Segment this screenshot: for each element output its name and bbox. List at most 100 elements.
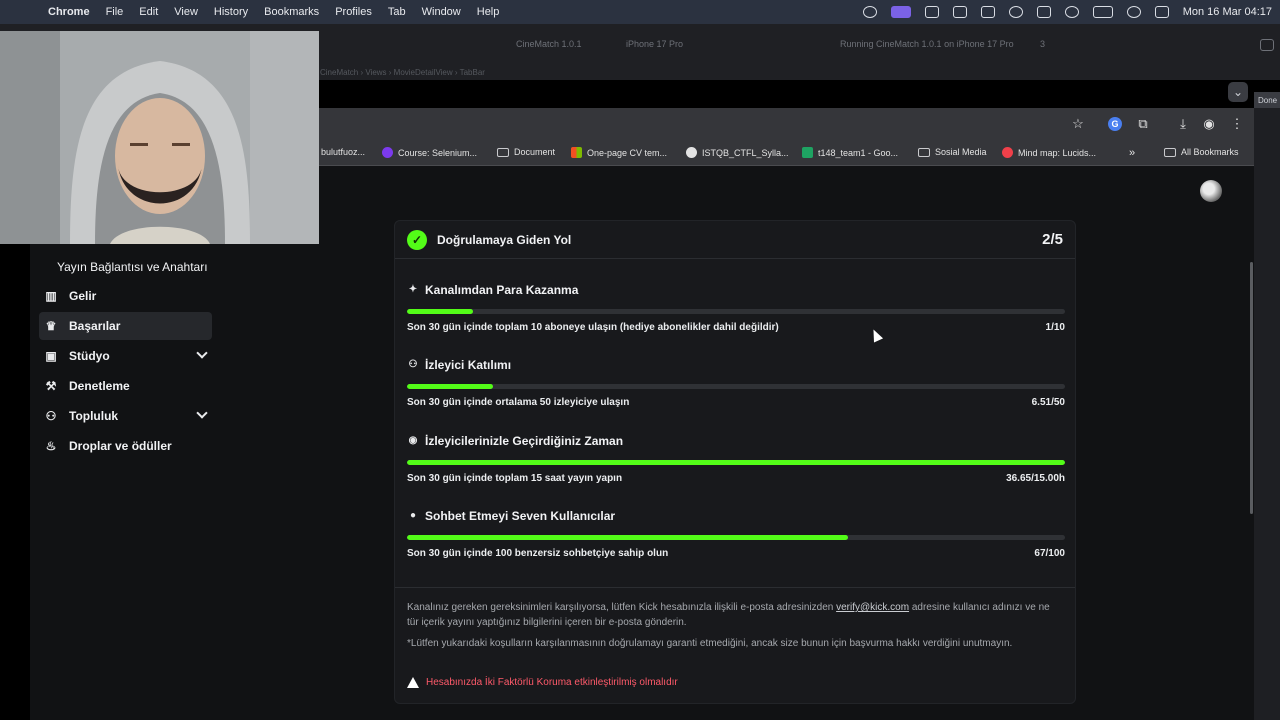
bookmark-label: One-page CV tem... [587,147,668,158]
progress-track [407,384,1065,389]
menu-help[interactable]: Help [469,6,508,18]
profile-avatar-icon[interactable]: ◉ [1202,117,1216,131]
sidebar-toggle-icon[interactable] [1260,39,1274,51]
wifi-icon[interactable] [1064,6,1079,18]
bookmark-item[interactable]: t148_team1 - Goo... [802,147,898,158]
broadcast-icon: ◉ [408,435,418,446]
wrench-icon: ⚒ [45,379,57,393]
camera-icon[interactable] [924,6,939,18]
instructions-text: Kanalınız gereken gereksinimleri karşılı… [407,600,1063,630]
menu-edit[interactable]: Edit [131,6,166,18]
xcode-right-edge [1254,108,1280,720]
chevron-down-icon[interactable] [196,407,208,419]
menu-bookmarks[interactable]: Bookmarks [256,6,327,18]
menu-file[interactable]: File [98,6,132,18]
status-icon-1[interactable] [862,6,877,18]
menu-view[interactable]: View [166,6,206,18]
page-scrollbar[interactable] [1250,262,1253,514]
requirement-title: Kanalımdan Para Kazanma [425,283,579,297]
progress-fill [407,384,493,389]
progress-track [407,460,1065,465]
verify-email-link[interactable]: verify@kick.com [836,602,909,613]
requirement-stream-time: ◉ İzleyicilerinizle Geçirdiğiniz Zaman S… [407,434,1065,506]
sidebar-item-achievements[interactable]: ♛ Başarılar [39,312,212,340]
sidebar-item-label: Droplar ve ödüller [69,439,172,453]
verified-badge-icon: ✓ [407,230,427,250]
sidebar-item-label: Topluluk [69,409,119,423]
bookmark-item[interactable]: Mind map: Lucids... [1002,147,1096,158]
verification-footer: Kanalınız gereken gereksinimleri karşılı… [395,587,1075,703]
requirement-description: Son 30 gün içinde toplam 15 saat yayın y… [407,473,623,484]
xcode-warning-count[interactable]: 3 [1040,39,1045,49]
sidebar-item-drops[interactable]: ♨ Droplar ve ödüller [39,432,212,460]
all-bookmarks[interactable]: All Bookmarks [1164,147,1239,157]
cake-icon: ♨ [45,439,57,453]
xcode-run-status: Running CineMatch 1.0.1 on iPhone 17 Pro [840,39,1014,49]
requirement-chatters: ● Sohbet Etmeyi Seven Kullanıcılar Son 3… [407,509,1065,581]
bookmark-item[interactable]: Document [497,147,555,157]
play-icon[interactable] [1008,6,1023,18]
bookmark-item[interactable]: Sosial Media [918,147,987,157]
progress-fill [407,460,1065,465]
requirement-description: Son 30 gün içinde ortalama 50 izleyiciye… [407,397,630,408]
globe-icon [686,147,697,158]
bookmark-item[interactable]: One-page CV tem... [571,147,667,158]
sidebar-item-moderation[interactable]: ⚒ Denetleme [39,372,212,400]
sidebar-item-label: Gelir [69,289,97,303]
xcode-scheme[interactable]: CineMatch 1.0.1 [516,39,582,49]
progress-track [407,535,1065,540]
bookmark-item[interactable]: Course: Selenium... [382,147,477,158]
webcam-person-image [0,31,319,244]
menu-window[interactable]: Window [414,6,469,18]
verification-header: ✓ Doğrulamaya Giden Yol 2/5 [395,221,1075,259]
input-source-icon[interactable] [1036,6,1051,18]
folder-icon [1164,147,1176,157]
bookmark-item[interactable]: bulutfuoz... [321,147,365,157]
requirement-value: 36.65/15.00h [1006,473,1065,484]
sidebar-item-stream-key[interactable]: Yayın Bağlantısı ve Anahtarı [57,260,208,274]
battery-icon[interactable] [1092,6,1113,18]
extensions-icon[interactable]: ⧉ [1136,117,1150,131]
menu-app-name[interactable]: Chrome [40,6,98,18]
chat-icon: ● [409,510,417,521]
folder-icon [918,147,930,157]
spotlight-search-icon[interactable] [1126,6,1141,18]
sparkle-icon: ✦ [408,284,418,295]
menu-profiles[interactable]: Profiles [327,6,380,18]
warning-icon [407,677,419,688]
requirement-description: Son 30 gün içinde 100 benzersiz sohbetçi… [407,548,669,559]
menu-tab[interactable]: Tab [380,6,414,18]
google-translate-icon[interactable]: G [1108,117,1122,131]
macos-menubar: Chrome File Edit View History Bookmarks … [0,0,1280,24]
menu-history[interactable]: History [206,6,256,18]
control-center-icon[interactable] [1154,6,1169,18]
bookmark-star-icon[interactable]: ☆ [1071,117,1085,131]
xcode-device[interactable]: iPhone 17 Pro [626,39,683,49]
more-menu-icon[interactable]: ⋮ [1230,117,1244,131]
user-avatar[interactable] [1200,180,1222,202]
chevron-down-icon[interactable] [196,347,208,359]
download-icon[interactable]: ⤓ [1176,117,1190,131]
requirement-header: ◉ İzleyicilerinizle Geçirdiğiniz Zaman [407,434,623,448]
microsoft-icon [571,147,582,158]
progress-track [407,309,1065,314]
verification-progress: 2/5 [1042,231,1063,248]
menubar-clock[interactable]: Mon 16 Mar 04:17 [1183,6,1272,18]
sidebar-item-studio[interactable]: ▣ Stüdyo [39,342,212,370]
screen-record-icon[interactable] [890,6,911,18]
sidebar-item-revenue[interactable]: ▥ Gelir [39,282,212,310]
requirement-description: Son 30 gün içinde toplam 10 aboneye ulaş… [407,322,779,333]
warning-text: Hesabınızda İki Faktörlü Koruma etkinleş… [426,677,678,688]
bookmarks-overflow-icon[interactable]: » [1129,147,1135,159]
progress-fill [407,535,848,540]
chevron-down-icon[interactable]: ⌄ [1228,82,1248,102]
sheets-icon [802,147,813,158]
bookmark-item[interactable]: ISTQB_CTFL_Sylla... [686,147,789,158]
bookmark-label: ISTQB_CTFL_Sylla... [702,147,789,158]
sidebar-item-community[interactable]: ⚇ Topluluk [39,402,212,430]
verification-title: Doğrulamaya Giden Yol [437,233,572,247]
folder-icon [497,147,509,157]
notion-icon[interactable] [980,6,995,18]
disclaimer-text: *Lütfen yukarıdaki koşulların karşılanma… [407,638,1013,649]
feather-icon[interactable] [952,6,967,18]
